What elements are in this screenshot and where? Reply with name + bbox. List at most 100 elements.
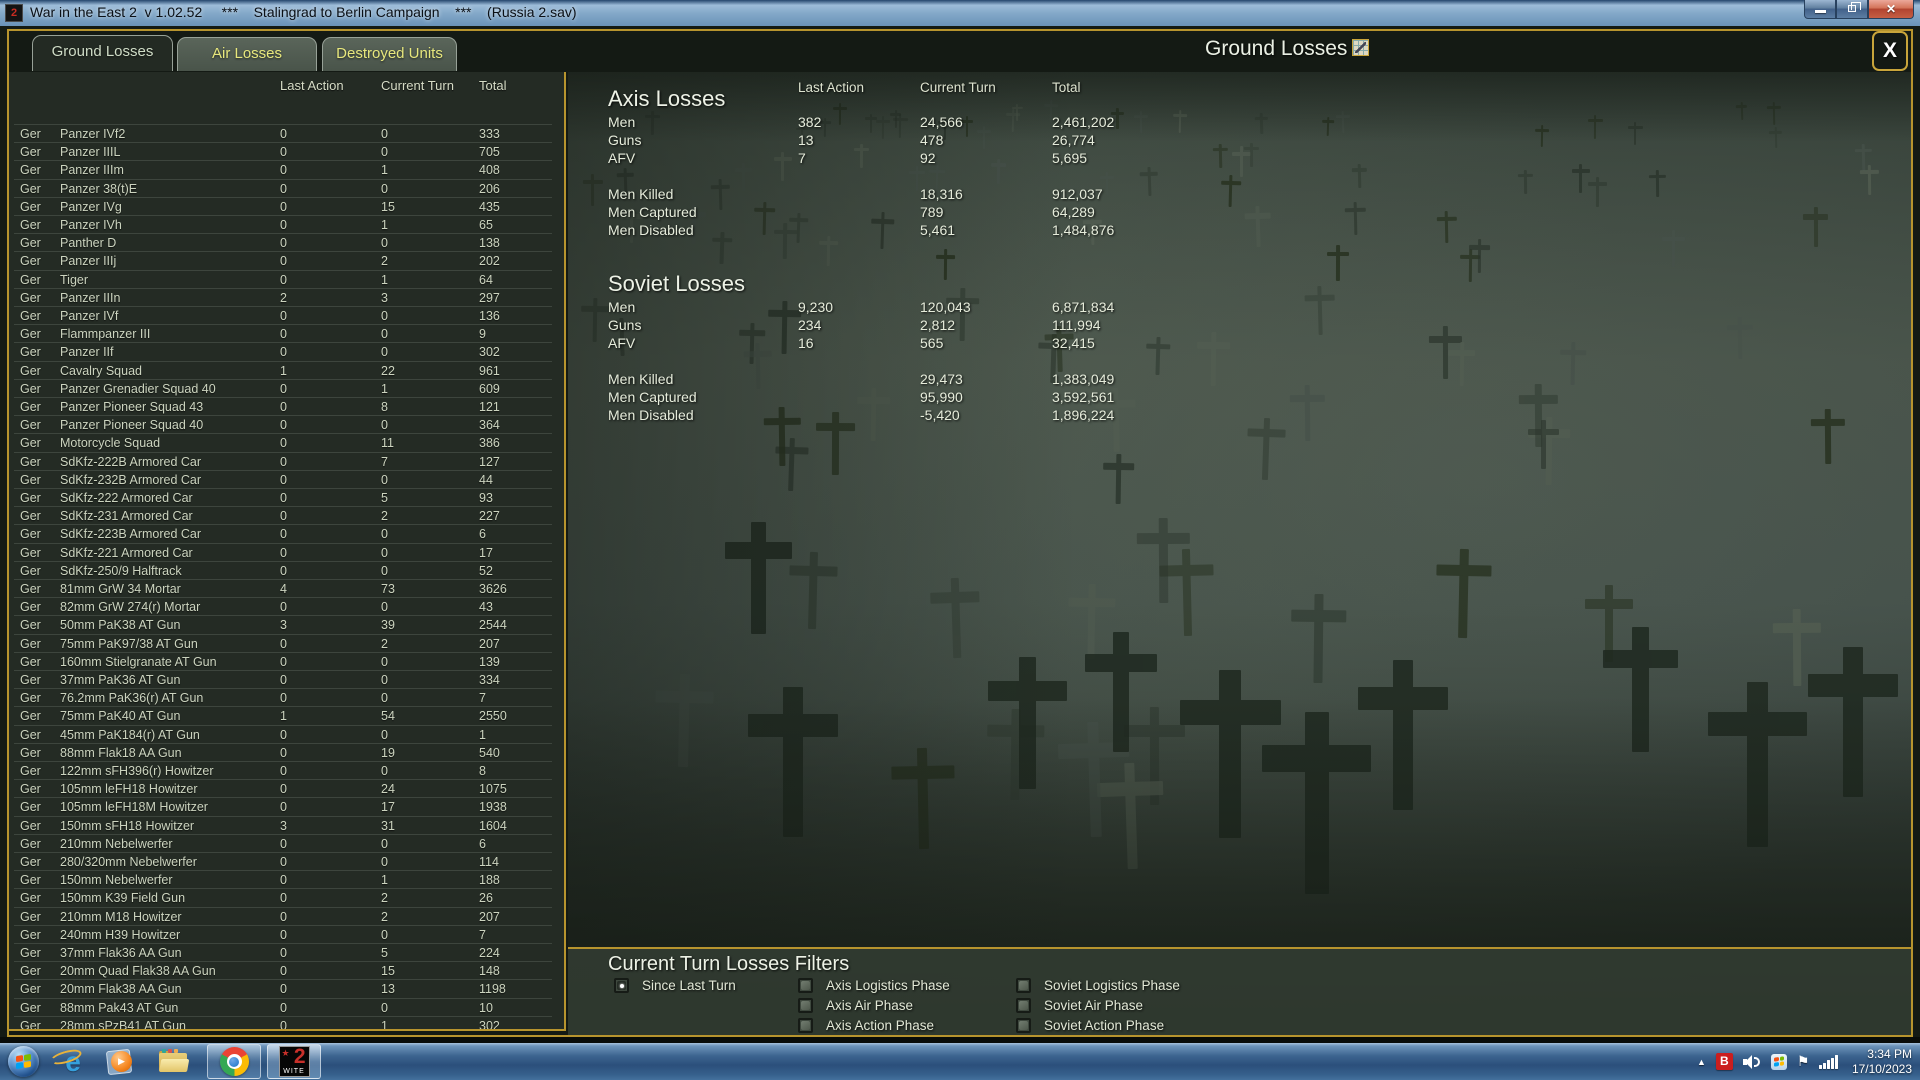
summary-row: Men Disabled 5,461 1,484,876	[568, 222, 1911, 240]
column-header-current-turn: Current Turn	[381, 78, 454, 93]
cell-last-action: 0	[280, 673, 287, 687]
clock-time: 3:34 PM	[1867, 1046, 1912, 1061]
cell-total: 65	[479, 218, 493, 232]
cell-current-turn: 54	[381, 709, 395, 724]
tab-ground-losses[interactable]: Ground Losses	[32, 35, 173, 71]
cell-total: 540	[479, 745, 500, 760]
minimize-button[interactable]	[1804, 0, 1836, 19]
media-player-button[interactable]: ▶	[101, 1043, 141, 1080]
summary-row-label: AFV	[608, 335, 636, 351]
cell-equipment-name: Panzer IVh	[60, 218, 122, 232]
cell-total: 2544	[479, 618, 507, 633]
phase-filter-checkbox[interactable]	[1016, 1018, 1031, 1033]
cell-current-turn: 0	[381, 927, 388, 942]
window-title: War in the East 2 v 1.02.52 *** Stalingr…	[30, 4, 577, 20]
tab-destroyed-units[interactable]: Destroyed Units	[322, 37, 457, 71]
cell-equipment-name: Panzer IIIm	[60, 163, 124, 178]
summary-row: Men 9,230 120,043 6,871,834	[568, 299, 1911, 317]
phase-filter-checkbox[interactable]	[798, 1018, 813, 1033]
cell-current-turn: 1	[381, 381, 388, 396]
action-center-icon[interactable]	[1770, 1053, 1787, 1070]
cell-total: 297	[479, 290, 500, 305]
cell-equipment-name: 20mm Quad Flak38 AA Gun	[60, 964, 216, 979]
cell-last-action: 0	[280, 946, 287, 960]
summary-row-label: AFV	[608, 150, 636, 166]
summary-row: Men Killed 18,316 912,037	[568, 186, 1911, 204]
wite2-button[interactable]: ★ 2 WITE	[267, 1044, 321, 1079]
cell-current-turn: 1	[381, 218, 388, 232]
cell-equipment-name: SdKfz-221 Armored Car	[60, 545, 193, 560]
phase-filter-checkbox[interactable]	[798, 978, 813, 993]
clock-date: 17/10/2023	[1851, 1061, 1912, 1076]
cell-equipment-name: SdKfz-231 Armored Car	[60, 509, 193, 524]
volume-icon[interactable]	[1742, 1054, 1761, 1070]
cell-current-turn: 0	[381, 527, 388, 542]
cell-total: 64	[479, 272, 493, 287]
cell-equipment-name: Panzer IIIn	[60, 290, 121, 305]
phase-filter-checkbox[interactable]	[1016, 998, 1031, 1013]
cell-current-turn: 0	[381, 181, 388, 196]
summary-value: 64,289	[1052, 204, 1095, 220]
phase-filter-checkbox[interactable]	[798, 998, 813, 1013]
cell-nationality: Ger	[20, 527, 41, 542]
cell-nationality: Ger	[20, 199, 41, 214]
restore-button[interactable]	[1836, 0, 1868, 19]
cell-last-action: 0	[280, 873, 287, 888]
cell-last-action: 0	[280, 891, 287, 906]
cell-total: 2550	[479, 709, 507, 724]
cell-current-turn: 17	[381, 800, 395, 815]
taskbar-clock[interactable]: 3:34 PM 17/10/2023	[1848, 1047, 1912, 1077]
cell-total: 609	[479, 381, 500, 396]
notification-flag-icon[interactable]: ⚑	[1797, 1053, 1810, 1070]
bitdefender-tray-icon[interactable]: B	[1715, 1053, 1733, 1070]
cell-equipment-name: Panzer IVg	[60, 199, 122, 214]
cell-equipment-name: 81mm GrW 34 Mortar	[60, 582, 181, 596]
summary-row: Guns 13 478 26,774	[568, 132, 1911, 150]
phase-filter-checkbox[interactable]	[1016, 978, 1031, 993]
summary-row: Men 382 24,566 2,461,202	[568, 114, 1911, 132]
cell-equipment-name: Panzer IVf	[60, 309, 119, 323]
cell-last-action: 0	[280, 1018, 287, 1031]
cell-equipment-name: 105mm leFH18 Howitzer	[60, 782, 198, 797]
cell-last-action: 1	[280, 709, 287, 724]
file-explorer-button[interactable]	[153, 1043, 193, 1080]
network-signal-icon[interactable]	[1819, 1055, 1838, 1069]
cell-current-turn: 0	[381, 727, 388, 742]
cell-equipment-name: SdKfz-250/9 Halftrack	[60, 563, 182, 578]
summary-header-last-action: Last Action	[798, 80, 865, 95]
cell-equipment-name: 37mm PaK36 AT Gun	[60, 673, 181, 687]
cell-last-action: 0	[280, 800, 287, 815]
tab-air-losses[interactable]: Air Losses	[177, 37, 317, 71]
close-window-button[interactable]: ✕	[1868, 0, 1914, 19]
cell-nationality: Ger	[20, 545, 41, 560]
cell-total: 408	[479, 163, 500, 178]
summary-value: 9,230	[798, 299, 834, 315]
cell-nationality: Ger	[20, 145, 41, 160]
summary-header-total: Total	[1052, 80, 1081, 95]
summary-value: 789	[920, 204, 944, 220]
internet-explorer-button[interactable]: e	[48, 1043, 93, 1080]
start-button[interactable]	[8, 1046, 39, 1077]
desktop-screen: 2 War in the East 2 v 1.02.52 *** Stalin…	[0, 0, 1920, 1080]
summary-value: 26,774	[1052, 132, 1095, 148]
chrome-button[interactable]	[207, 1044, 261, 1079]
cell-current-turn: 0	[381, 418, 388, 433]
chart-toggle-icon[interactable]	[1352, 39, 1369, 56]
cell-total: 148	[479, 964, 500, 979]
cell-current-turn: 15	[381, 199, 395, 214]
cell-nationality: Ger	[20, 673, 41, 687]
cell-total: 43	[479, 600, 493, 615]
summary-row: Men Captured 789 64,289	[568, 204, 1911, 222]
cell-nationality: Ger	[20, 181, 41, 196]
cell-total: 121	[479, 400, 500, 414]
close-screen-button[interactable]: X	[1872, 31, 1908, 71]
cell-current-turn: 11	[381, 436, 394, 451]
cell-total: 10	[479, 1000, 493, 1015]
summary-value: 234	[798, 317, 822, 333]
tray-expand-icon[interactable]: ▲	[1697, 1057, 1706, 1067]
cell-current-turn: 1	[381, 1018, 388, 1031]
cell-equipment-name: 240mm H39 Howitzer	[60, 927, 181, 942]
since-last-turn-radio[interactable]	[614, 978, 629, 993]
cell-current-turn: 39	[381, 618, 395, 633]
cell-nationality: Ger	[20, 891, 41, 906]
